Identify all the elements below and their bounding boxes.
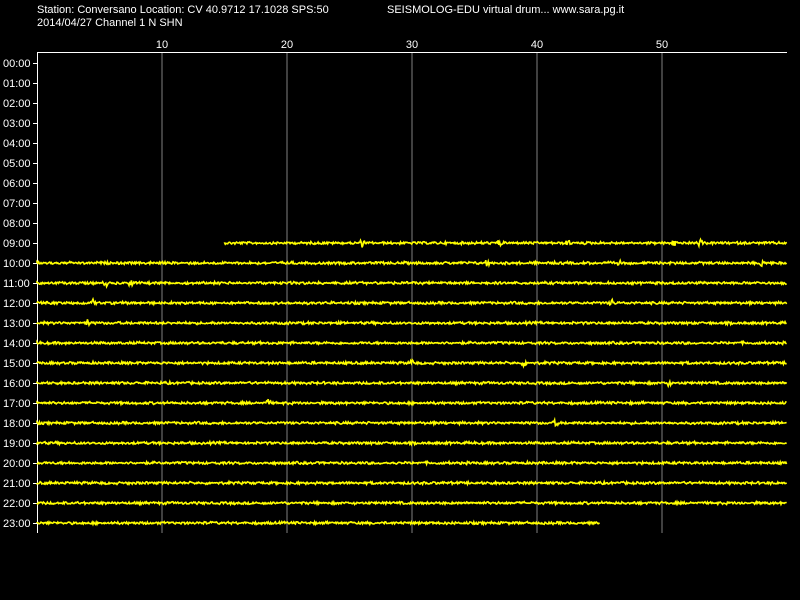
hour-label-07:00: 07:00 (3, 198, 31, 210)
hour-label-10:00: 10:00 (3, 258, 31, 270)
hour-label-08:00: 08:00 (3, 218, 31, 230)
x-tick-label-10: 10 (156, 39, 168, 51)
trace-09:00 (223, 237, 788, 250)
hour-label-22:00: 22:00 (3, 498, 31, 510)
hour-label-16:00: 16:00 (3, 378, 31, 390)
hour-label-13:00: 13:00 (3, 318, 31, 330)
hour-label-20:00: 20:00 (3, 458, 31, 470)
x-tick-label-20: 20 (281, 39, 293, 51)
trace-23:00 (36, 519, 601, 527)
hour-label-15:00: 15:00 (3, 358, 31, 370)
hour-label-00:00: 00:00 (3, 58, 31, 70)
hour-label-03:00: 03:00 (3, 118, 31, 130)
hour-label-12:00: 12:00 (3, 298, 31, 310)
hour-label-02:00: 02:00 (3, 98, 31, 110)
hour-label-05:00: 05:00 (3, 158, 31, 170)
hour-label-04:00: 04:00 (3, 138, 31, 150)
hour-label-19:00: 19:00 (3, 438, 31, 450)
hour-label-17:00: 17:00 (3, 398, 31, 410)
seismogram-drum: 10 20 30 40 50 00:00 01:00 02:00 03:00 04:00 05:00… (3, 39, 788, 533)
x-tick-label-40: 40 (531, 39, 543, 51)
hour-label-06:00: 06:00 (3, 178, 31, 190)
hour-label-14:00: 14:00 (3, 338, 31, 350)
hour-label-21:00: 21:00 (3, 478, 31, 490)
trace-19:00 (36, 439, 788, 447)
hour-label-23:00: 23:00 (3, 518, 31, 530)
x-tick-label-50: 50 (656, 39, 668, 51)
hour-label-11:00: 11:00 (3, 278, 30, 290)
hour-label-09:00: 09:00 (3, 238, 31, 250)
x-tick-label-30: 30 (406, 39, 418, 51)
hour-label-01:00: 01:00 (3, 78, 31, 90)
hour-label-18:00: 18:00 (3, 418, 31, 430)
